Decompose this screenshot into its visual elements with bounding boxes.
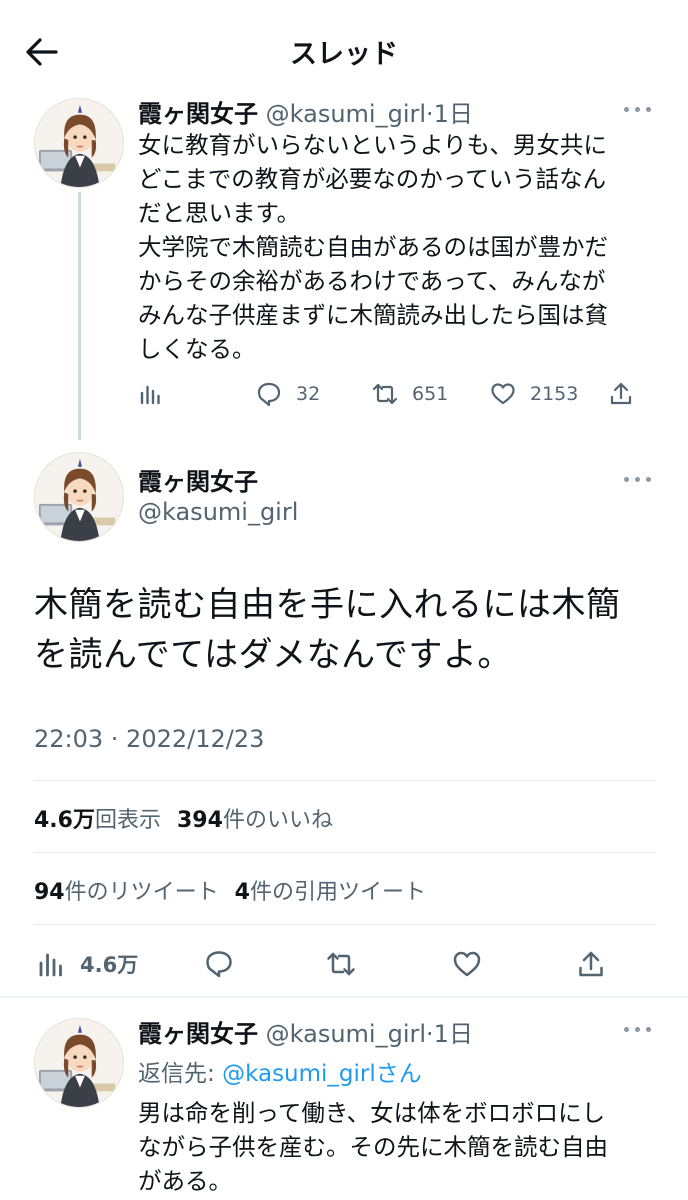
reply-count: 32 — [296, 383, 321, 405]
divider — [34, 924, 654, 925]
stats-retweets-quotes: 94件のリツイート 4件の引用ツイート — [34, 874, 426, 906]
like-count: 2153 — [530, 383, 579, 405]
tweet-header: 霞ヶ関女子 @kasumi_girl·1日 — [138, 1014, 473, 1049]
user-handle[interactable]: @kasumi_girl — [266, 100, 426, 128]
user-handle[interactable]: @kasumi_girl — [138, 498, 298, 526]
user-handle[interactable]: @kasumi_girl — [266, 1020, 426, 1048]
retweet-icon[interactable] — [326, 944, 356, 984]
reply-suffix: さん — [375, 1061, 422, 1087]
divider — [34, 852, 654, 853]
tweet-actions: 32 651 2153 — [138, 374, 648, 414]
reply-prefix: 返信先: — [138, 1061, 223, 1087]
display-name[interactable]: 霞ヶ関女子 — [138, 1020, 258, 1048]
stats-views-likes: 4.6万回表示 394件のいいね — [34, 802, 333, 834]
retweets-stat[interactable]: 94件のリツイート — [34, 880, 219, 905]
display-name[interactable]: 霞ヶ関女子 — [138, 100, 258, 128]
page-title: スレッド — [290, 39, 398, 70]
quotes-stat[interactable]: 4件の引用ツイート — [235, 880, 426, 905]
thread-header: スレッド — [0, 0, 688, 100]
avatar[interactable] — [34, 1018, 124, 1108]
reply-context: 返信先: @kasumi_girlさん — [138, 1054, 422, 1088]
display-name[interactable]: 霞ヶ関女子 — [138, 462, 258, 497]
thread-connector — [78, 192, 81, 440]
tweet-time[interactable]: 1日 — [434, 100, 473, 128]
reply-mention-link[interactable]: @kasumi_girl — [222, 1061, 376, 1087]
main-tweet-text: 木簡を読む自由を手に入れるには木簡 を読んでてはダメなんですよ。 — [34, 585, 621, 675]
avatar[interactable] — [34, 98, 124, 188]
tweet-header: 霞ヶ関女子 @kasumi_girl·1日 — [138, 94, 473, 129]
likes-value: 394 — [177, 808, 223, 833]
avatar[interactable] — [34, 452, 124, 542]
more-icon[interactable] — [624, 104, 652, 114]
reply-icon — [257, 382, 281, 407]
likes-stat[interactable]: 394件のいいね — [177, 808, 333, 833]
separator: · — [426, 100, 434, 128]
more-icon[interactable] — [624, 1024, 652, 1034]
views-button[interactable]: 4.6万 — [36, 944, 138, 984]
views-value: 4.6万 — [34, 808, 95, 833]
analytics-icon — [39, 953, 62, 977]
views-count: 4.6万 — [80, 953, 139, 977]
quotes-value: 4 — [234, 880, 250, 905]
reply-button[interactable]: 32 — [256, 374, 320, 414]
share-icon[interactable] — [576, 944, 606, 984]
quotes-label: 件の引用ツイート — [249, 880, 426, 905]
tweet-time[interactable]: 1日 — [434, 1020, 473, 1048]
analytics-icon[interactable] — [138, 374, 164, 414]
divider — [34, 780, 654, 781]
retweet-icon — [372, 383, 398, 405]
more-icon[interactable] — [624, 474, 652, 484]
reply-icon[interactable] — [204, 944, 234, 984]
retweet-count: 651 — [412, 383, 449, 405]
tweet-text: 女に教育がいらないというよりも、男女共に どこまでの教育が必要なのかっていう話な… — [138, 131, 608, 363]
separator: · — [426, 1020, 434, 1048]
retweets-label: 件のリツイート — [64, 880, 219, 905]
retweet-button[interactable]: 651 — [372, 374, 448, 414]
section-divider — [0, 996, 688, 998]
tweet-timestamp[interactable]: 22:03 · 2022/12/23 — [34, 725, 264, 753]
retweets-value: 94 — [34, 880, 65, 905]
main-tweet-actions: 4.6万 — [34, 944, 654, 984]
tweet-text: 男は命を削って働き、女は体をボロボロにし ながら子供を産む。その先に木簡を読む自… — [138, 1099, 608, 1195]
like-button[interactable]: 2153 — [490, 374, 578, 414]
share-icon[interactable] — [608, 374, 634, 414]
heart-icon[interactable] — [452, 944, 482, 984]
heart-icon — [491, 383, 515, 405]
views-label: 回表示 — [94, 808, 161, 833]
likes-label: 件のいいね — [222, 808, 333, 833]
